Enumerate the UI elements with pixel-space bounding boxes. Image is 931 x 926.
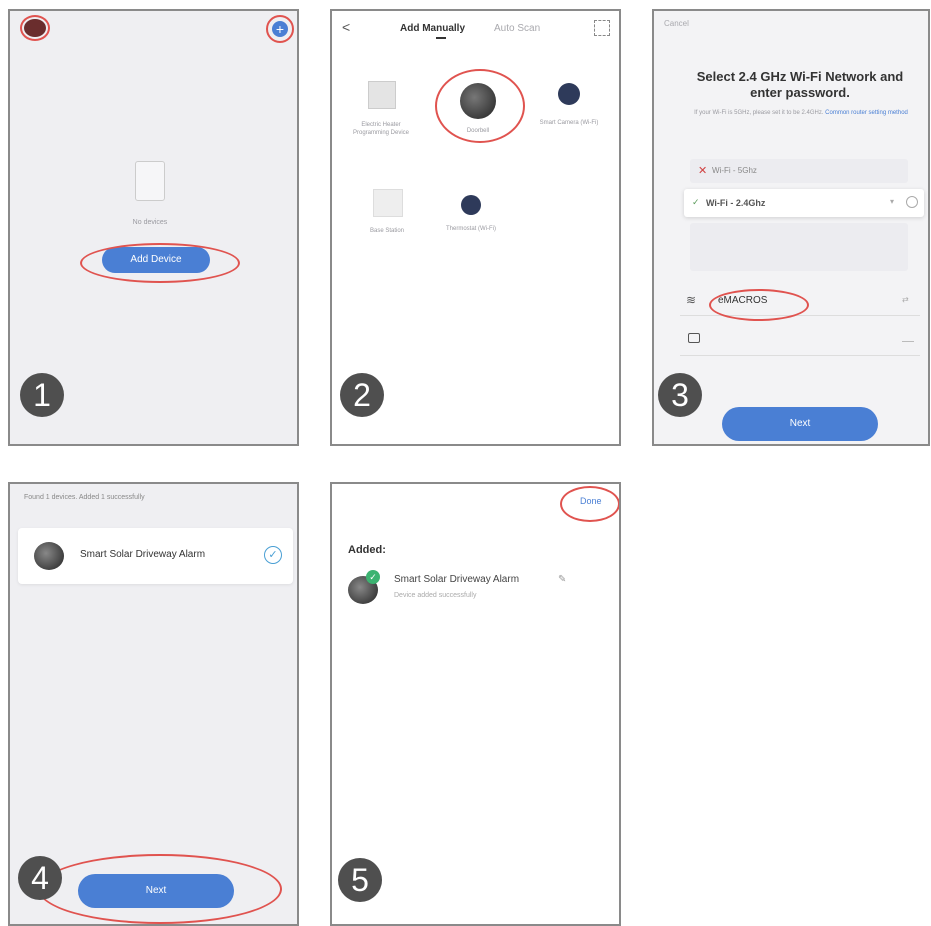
step-badge-3: 3 — [658, 373, 702, 417]
wifi-24g-row[interactable]: ✓ Wi-Fi - 2.4Ghz ▾ — [684, 189, 924, 217]
device-name: Smart Solar Driveway Alarm — [80, 549, 206, 560]
password-visibility-icon[interactable] — [902, 337, 914, 342]
next-button[interactable]: Next — [78, 874, 234, 908]
device-item-base-station[interactable]: Base Station — [352, 185, 422, 245]
empty-text: No devices — [132, 219, 168, 226]
tab-indicator — [436, 37, 446, 39]
device-card[interactable]: Smart Solar Driveway Alarm ✓ — [18, 528, 293, 584]
device-label: Thermostat (Wi-Fi) — [446, 226, 496, 232]
step-badge-1: 1 — [20, 373, 64, 417]
ssid-input[interactable]: eMACROS — [718, 295, 767, 306]
panel-select-wifi: Cancel Select 2.4 GHz Wi-Fi Network and … — [652, 9, 930, 446]
wifi-title: Select 2.4 GHz Wi-Fi Network and enter p… — [696, 69, 904, 100]
device-label: Doorbell — [466, 128, 490, 134]
device-label: Smart Camera (Wi-Fi) — [539, 120, 599, 126]
edit-icon[interactable]: ✎ — [558, 574, 566, 585]
wifi-24g-label: Wi-Fi - 2.4Ghz — [706, 198, 766, 208]
success-check-icon: ✓ — [366, 570, 380, 584]
added-device-row[interactable]: ✓ Smart Solar Driveway Alarm ✎ Device ad… — [344, 566, 604, 612]
next-button[interactable]: Next — [722, 407, 878, 441]
add-icon[interactable]: + — [272, 21, 288, 37]
device-label: Base Station — [369, 228, 405, 234]
lock-icon — [688, 333, 700, 343]
wifi-signal-icon: ▾ — [890, 197, 895, 206]
step-badge-2: 2 — [340, 373, 384, 417]
swap-icon[interactable]: ⇄ — [902, 295, 909, 304]
camera-icon — [558, 83, 580, 105]
panel-home-empty: + No devices Add Device 1 — [8, 9, 299, 446]
device-item-camera[interactable]: Smart Camera (Wi-Fi) — [532, 73, 606, 153]
checked-icon: ✓ — [264, 546, 282, 564]
password-row[interactable] — [680, 327, 920, 356]
ssid-row[interactable]: ≋ eMACROS ⇄ — [680, 287, 920, 316]
wifi-5g-label: Wi-Fi - 5Ghz — [712, 166, 757, 175]
info-icon — [906, 196, 918, 208]
wifi-5g-row[interactable]: ✕ Wi-Fi - 5Ghz — [690, 159, 908, 183]
scan-icon[interactable] — [594, 20, 610, 36]
empty-document-icon — [135, 161, 165, 201]
blocked-icon: ✕ — [698, 165, 708, 177]
device-name: Smart Solar Driveway Alarm — [394, 574, 520, 585]
cancel-link[interactable]: Cancel — [664, 19, 689, 28]
tab-auto-scan[interactable]: Auto Scan — [494, 23, 540, 34]
device-item-thermostat[interactable]: Thermostat (Wi-Fi) — [436, 191, 506, 261]
tab-add-manually[interactable]: Add Manually — [400, 23, 465, 34]
found-text: Found 1 devices. Added 1 successfully — [24, 494, 145, 501]
panel-added: Done Added: ✓ Smart Solar Driveway Alarm… — [330, 482, 621, 926]
heater-icon — [368, 81, 396, 109]
doorbell-icon — [460, 83, 496, 119]
panel-device-found: Found 1 devices. Added 1 successfully Sm… — [8, 482, 299, 926]
device-icon — [34, 542, 64, 570]
done-link[interactable]: Done — [580, 496, 602, 506]
step-badge-4: 4 — [18, 856, 62, 900]
wifi-subtitle: If your Wi-Fi is 5GHz, please set it to … — [694, 109, 908, 117]
router-setting-link[interactable]: Common router setting method — [825, 110, 908, 116]
thermostat-icon — [461, 195, 481, 215]
panel-add-manually: < Add Manually Auto Scan Electric Heater… — [330, 9, 621, 446]
step-badge-5: 5 — [338, 858, 382, 902]
device-item-doorbell[interactable]: Doorbell — [440, 77, 516, 147]
wifi-subtitle-text: If your Wi-Fi is 5GHz, please set it to … — [694, 110, 824, 116]
added-heading: Added: — [348, 544, 386, 556]
check-icon: ✓ — [692, 197, 700, 207]
base-station-icon — [373, 189, 403, 217]
device-label: Electric Heater Programming Device — [352, 122, 410, 136]
device-item-heater[interactable]: Electric Heater Programming Device — [346, 73, 416, 163]
back-icon[interactable]: < — [342, 19, 350, 35]
wifi-list-placeholder — [690, 223, 908, 271]
device-status: Device added successfully — [394, 592, 477, 599]
profile-icon[interactable] — [24, 19, 46, 37]
wifi-icon: ≋ — [686, 293, 697, 307]
add-device-button[interactable]: Add Device — [102, 247, 210, 273]
